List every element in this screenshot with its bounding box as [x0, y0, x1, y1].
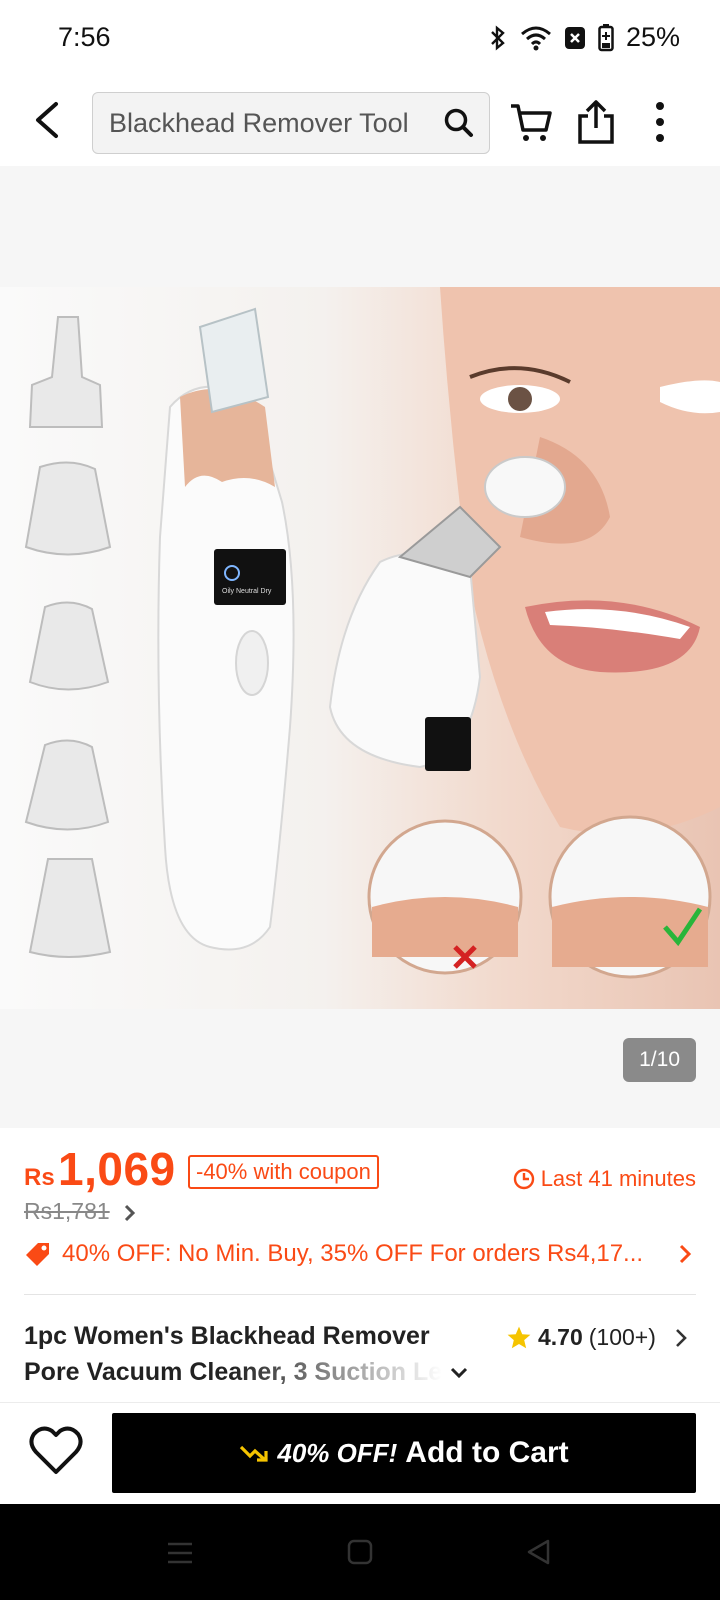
divider [24, 1294, 696, 1295]
product-image: Oily Neutral Dry [0, 287, 720, 1009]
chevron-right-icon [675, 1328, 687, 1347]
currency-symbol: Rs [24, 1164, 55, 1191]
sim-blocked-icon [564, 26, 585, 49]
recent-apps-icon[interactable] [166, 1540, 194, 1566]
wifi-icon [520, 26, 551, 50]
search-icon[interactable] [443, 107, 475, 139]
original-price[interactable]: Rs1,781 [24, 1198, 110, 1225]
promo-banner[interactable]: 40% OFF: No Min. Buy, 35% OFF For orders… [24, 1240, 696, 1268]
system-nav-bar [0, 1504, 720, 1600]
add-to-cart-label: Add to Cart [405, 1436, 569, 1469]
promo-timer: Last 41 minutes [513, 1166, 696, 1192]
bluetooth-icon [491, 24, 505, 51]
product-title[interactable]: 1pc Women's Blackhead Remover Pore Vacuu… [24, 1318, 484, 1390]
image-counter: 1/10 [623, 1038, 696, 1082]
rating-value: 4.70 [538, 1324, 583, 1350]
back-icon[interactable] [26, 96, 70, 144]
home-icon[interactable] [346, 1538, 374, 1566]
star-icon [507, 1326, 531, 1348]
promo-text: 40% OFF: No Min. Buy, 35% OFF For orders… [62, 1240, 644, 1267]
review-count: (100+) [588, 1324, 656, 1350]
bottom-action-bar: 40% OFF! Add to Cart [0, 1402, 720, 1505]
app-bar: Blackhead Remover Tool [0, 88, 720, 160]
cart-icon[interactable] [508, 98, 556, 146]
product-gallery[interactable]: Oily Neutral Dry 1/10 [0, 166, 720, 1128]
chevron-right-icon [679, 1244, 692, 1264]
product-title-line1: 1pc Women's Blackhead Remover [24, 1322, 430, 1350]
status-time: 7:56 [58, 22, 111, 52]
battery-icon [598, 23, 614, 51]
battery-percent: 25% [625, 22, 680, 52]
clock-icon [513, 1168, 534, 1190]
back-nav-icon[interactable] [524, 1538, 552, 1566]
add-to-cart-button[interactable]: 40% OFF! Add to Cart [112, 1413, 696, 1493]
timer-text: Last 41 minutes [540, 1166, 696, 1191]
device-screen-text: Oily Neutral Dry [222, 588, 272, 595]
status-bar: 7:56 25% [0, 0, 720, 78]
trend-down-icon [240, 1445, 268, 1462]
product-title-line2: Pore Vacuum Cleaner, 3 Suction Le [24, 1354, 442, 1390]
chevron-down-icon[interactable] [448, 1361, 470, 1383]
tag-icon [26, 1243, 49, 1266]
share-icon[interactable] [572, 98, 620, 146]
coupon-badge: -40% with coupon [188, 1155, 379, 1189]
search-placeholder: Blackhead Remover Tool [109, 108, 409, 138]
discount-label: 40% OFF! [277, 1437, 398, 1468]
heart-icon[interactable] [28, 1425, 84, 1477]
chevron-right-icon[interactable] [122, 1202, 138, 1224]
current-price: 1,069 [58, 1143, 176, 1195]
search-input[interactable]: Blackhead Remover Tool [92, 92, 490, 154]
rating[interactable]: 4.70 (100+) [506, 1324, 690, 1351]
more-options-icon[interactable] [636, 98, 684, 146]
